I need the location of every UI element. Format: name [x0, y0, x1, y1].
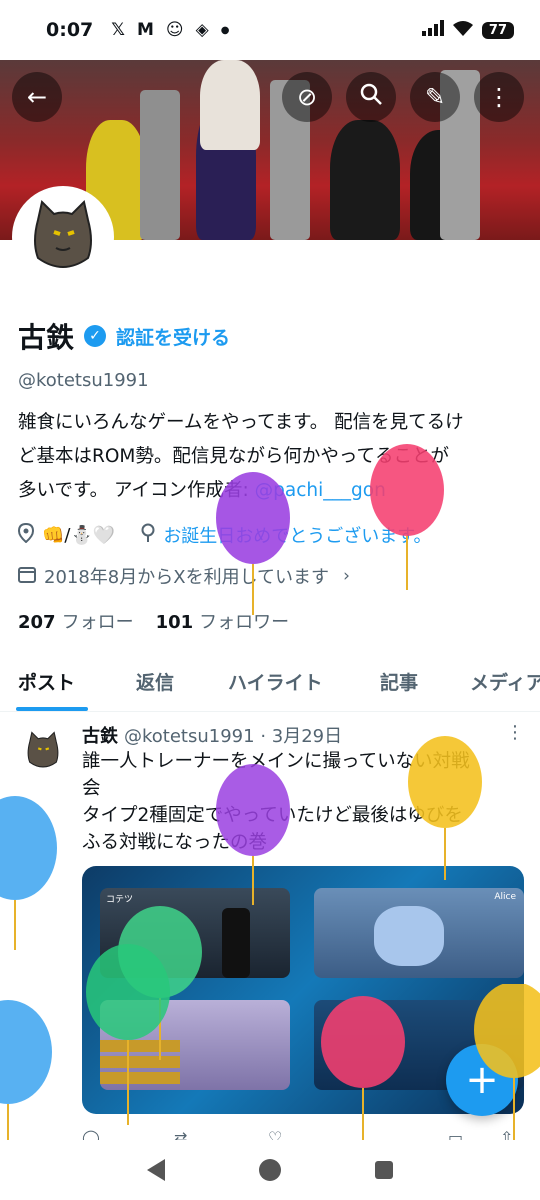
profile-joined-row[interactable]: 2018年8月からXを利用しています › [18, 563, 350, 589]
following-link[interactable]: 207 フォロー [18, 608, 134, 634]
nav-home-icon[interactable] [259, 1159, 281, 1181]
bio-line: ど基本はROM勢。配信見ながら何かやってることが [18, 446, 449, 467]
diamond-app-icon: ◈ [195, 20, 209, 40]
cat-avatar-icon [16, 190, 110, 284]
media-panel: コテツ [100, 888, 290, 978]
post-more-icon[interactable]: ⋮ [506, 722, 524, 743]
tab-highlights[interactable]: ハイライト [228, 660, 323, 711]
grok-icon: ⊘ [296, 83, 318, 111]
profile-location: 👊/⛄🤍 [42, 524, 116, 546]
profile-name: 古鉄 [18, 321, 75, 354]
compose-post-button[interactable]: + [446, 1044, 518, 1116]
cat-app-icon: ☺ [165, 20, 184, 40]
profile-bio: 雑食にいろんなゲームをやってます。 配信を見てるけ ど基本はROM勢。配信見なが… [18, 406, 528, 508]
post-date: · 3月29日 [260, 726, 343, 747]
bio-line: 多いです。 アイコン作成者: [18, 480, 255, 501]
post-text-line: タイプ2種固定でやっていたけど最後はゆびを [82, 805, 463, 826]
profile-handle: @kotetsu1991 [18, 370, 149, 391]
battery-indicator: 77 [481, 21, 514, 39]
x-logo-icon: 𝕏 [111, 20, 125, 40]
media-panel [100, 1000, 290, 1090]
status-bar: 0:07 𝕏 M ☺ ◈ ● 77 [0, 0, 540, 60]
media-menu [100, 1040, 180, 1052]
profile-joined-date: 2018年8月からXを利用しています [44, 567, 330, 588]
media-menu [100, 1072, 180, 1084]
nav-recents-icon[interactable] [375, 1161, 393, 1179]
location-pin-icon [17, 522, 35, 548]
active-tab-indicator [16, 707, 88, 711]
more-vertical-icon: ⋮ [487, 83, 511, 111]
post-text-line: 会 [82, 778, 101, 799]
search-icon [359, 82, 383, 112]
follow-counts: 207 フォロー 101 フォロワー [18, 608, 289, 634]
media-character [222, 908, 250, 978]
blue-balloon-icon [0, 1000, 52, 1140]
followers-label: フォロワー [199, 612, 290, 633]
post-header: 古鉄 @kotetsu1991 · 3月29日 [82, 722, 342, 748]
banner-figure [330, 120, 400, 240]
profile-meta-row: 👊/⛄🤍 お誕生日おめでとうございます。 [17, 522, 432, 548]
profile-website-link[interactable]: お誕生日おめでとうございます。 [163, 522, 431, 548]
pencil-icon: ✎ [424, 83, 446, 111]
post-author-handle: @kotetsu1991 [124, 726, 255, 747]
profile-tabs: ポスト 返信 ハイライト 記事 メディア [0, 660, 540, 712]
post-text[interactable]: 誰一人トレーナーをメインに撮っていない対戦 会 タイプ2種固定でやっていたけど最… [82, 748, 522, 856]
tab-media[interactable]: メディア [470, 660, 540, 711]
dot-icon: ● [220, 24, 230, 36]
cat-avatar-icon [27, 731, 59, 768]
post-author-name[interactable]: 古鉄 [82, 726, 118, 747]
gmail-icon: M [136, 20, 154, 40]
media-label: Alice [494, 892, 516, 902]
system-nav-bar [0, 1140, 540, 1200]
following-count: 207 [18, 612, 56, 633]
nav-back-icon[interactable] [147, 1159, 165, 1181]
search-button[interactable] [346, 72, 396, 122]
bio-line: 雑食にいろんなゲームをやってます。 配信を見てるけ [18, 412, 464, 433]
lightbulb-icon [141, 523, 155, 548]
verified-badge-icon[interactable]: ✓ [84, 325, 107, 347]
grok-button[interactable]: ⊘ [282, 72, 332, 122]
wifi-icon [452, 20, 474, 41]
media-panel: Alice [314, 888, 524, 978]
banner-figure [140, 90, 180, 240]
banner-figure [200, 60, 260, 150]
profile-name-row: 古鉄 ✓ 認証を受ける [18, 316, 230, 356]
tab-articles[interactable]: 記事 [380, 660, 418, 711]
back-arrow-icon: ← [26, 83, 48, 111]
status-time: 0:07 [46, 19, 94, 41]
signal-icon [421, 19, 444, 41]
profile-avatar[interactable] [12, 186, 114, 288]
plus-icon: + [465, 1057, 499, 1103]
following-label: フォロー [61, 612, 134, 633]
media-label: コテツ [106, 895, 134, 905]
post-avatar[interactable] [18, 726, 68, 776]
followers-link[interactable]: 101 フォロワー [156, 608, 290, 634]
bio-mention-link[interactable]: @pachi___gon [255, 480, 386, 501]
tab-posts[interactable]: ポスト [18, 660, 75, 711]
followers-count: 101 [155, 612, 194, 633]
tab-replies[interactable]: 返信 [136, 660, 174, 711]
calendar-icon [18, 565, 36, 588]
more-options-button[interactable]: ⋮ [474, 72, 524, 122]
blue-balloon-icon [0, 796, 57, 950]
post-text-line: 誰一人トレーナーをメインに撮っていない対戦 [82, 751, 470, 772]
edit-profile-button[interactable]: ✎ [410, 72, 460, 122]
media-menu [100, 1056, 180, 1068]
media-dragonair [374, 906, 444, 966]
back-button[interactable]: ← [12, 72, 62, 122]
chevron-right-icon: › [343, 566, 350, 586]
get-verified-link[interactable]: 認証を受ける [116, 323, 230, 350]
post-text-line: ふる対戦になったの巻 [82, 832, 268, 853]
